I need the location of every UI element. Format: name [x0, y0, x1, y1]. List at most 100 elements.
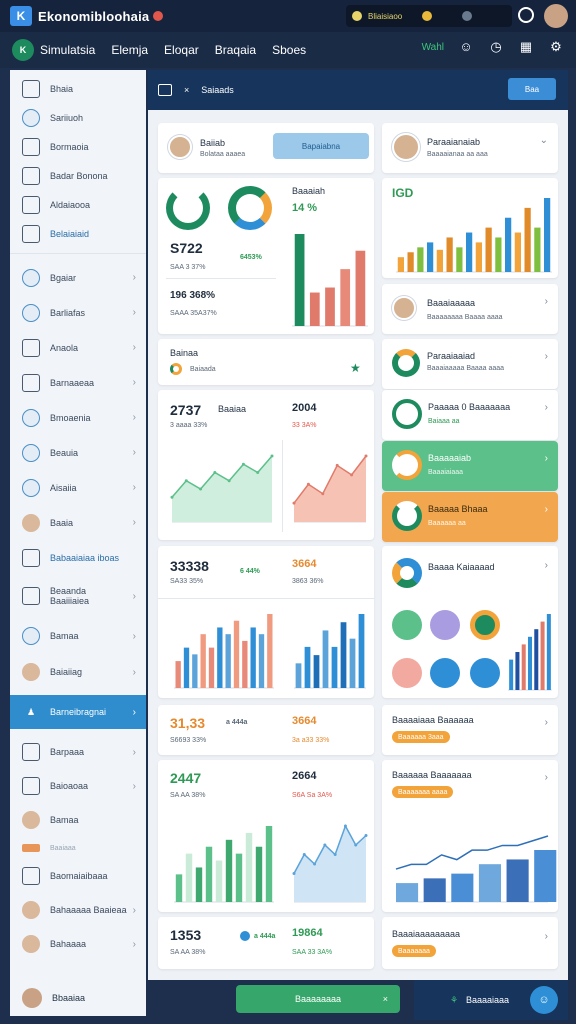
drop-icon[interactable] — [392, 658, 422, 688]
sidebar-item-9[interactable]: Barnaaeaa › — [10, 365, 146, 400]
chart-bar — [313, 655, 320, 688]
sidebar-item-label: Beauia — [50, 447, 79, 458]
bar-chart — [174, 614, 274, 689]
sidebar-item-5[interactable]: Belaiaiaid — [10, 219, 146, 248]
close-icon[interactable]: × — [383, 994, 388, 1004]
nav-item-braqaia[interactable]: Braqaia — [215, 43, 256, 57]
chart-point — [335, 463, 339, 467]
nav-item-eloqar[interactable]: Eloqar — [164, 43, 199, 57]
list-card[interactable]: Paraaiaaiad Baaaiaaaaa Baaaa aaaa › — [382, 339, 558, 389]
history-icon[interactable]: ◷ — [488, 39, 504, 55]
sidebar-item-19[interactable]: Barpaaa › — [10, 735, 146, 769]
sidebar-item-18[interactable]: ♟ Barneibragnai › — [10, 695, 146, 729]
sun-icon[interactable] — [422, 11, 433, 21]
sidebar-item-2[interactable]: Bormaoia — [10, 132, 146, 161]
sidebar-item-10[interactable]: Bmoaenia › — [10, 400, 146, 435]
chart-bar — [534, 850, 557, 902]
leaf-icon[interactable] — [392, 610, 422, 640]
pie-icon — [392, 558, 422, 588]
nav-item-elemja[interactable]: Elemja — [111, 43, 148, 57]
sidebar-item-15[interactable]: Beaanda Baaiiiaiea › — [10, 575, 146, 617]
sidebar-item-0[interactable]: Bhaia — [10, 74, 146, 103]
fab-button[interactable]: ☺ — [530, 986, 558, 1014]
stats-card: 1353 SA AA 38% a 444a 19864 SAA 33 3A% — [158, 917, 374, 969]
kpi-sub: SAA 3 37% — [170, 264, 206, 271]
chart-pie-icon[interactable] — [470, 610, 500, 640]
chart-bar — [233, 620, 240, 688]
user-icon[interactable] — [430, 658, 460, 688]
sidebar-item-label: Barliafas — [50, 307, 86, 318]
chart-bar — [505, 217, 512, 272]
list-card[interactable]: Baaaaiaaa Baaaaaa Baaaaaa 3aaa › — [382, 705, 558, 755]
chart-bar — [456, 247, 463, 272]
home-icon — [22, 443, 40, 462]
sidebar-item-24[interactable]: Bahaaaaa Baaieaa › — [10, 893, 146, 927]
sidebar-item-13[interactable]: Baaia › — [10, 505, 146, 540]
sidebar-item-label: Badar Bonona — [50, 170, 108, 181]
moon-icon[interactable] — [430, 610, 460, 640]
status-icon — [170, 363, 182, 375]
chart-point — [199, 487, 203, 491]
chevron-right-icon: › — [544, 296, 548, 307]
sidebar-item-3[interactable]: Badar Bonona — [10, 161, 146, 190]
pen-icon — [22, 137, 40, 156]
stat-sub: SA33 35% — [170, 578, 204, 585]
cloud-icon[interactable] — [470, 658, 500, 688]
close-icon[interactable]: × — [184, 85, 189, 95]
help-icon[interactable] — [518, 7, 534, 23]
list-card[interactable]: Paaaaa 0 Baaaaaaa Baiaaa aa › — [382, 390, 558, 440]
status-pill[interactable]: Bliaisiaoo — [346, 5, 512, 27]
nav-right-label[interactable]: Wahl — [422, 42, 444, 53]
window-icon[interactable] — [158, 84, 172, 96]
profile-button[interactable]: Bapaiabna — [273, 133, 369, 159]
status-badge: Baaaaaaa aaaa — [392, 786, 454, 798]
chart-bar — [185, 853, 193, 902]
kpi-value2: 196 368% — [170, 290, 216, 301]
star-icon[interactable]: ★ — [350, 361, 361, 375]
chart-bar — [534, 629, 539, 690]
chevron-right-icon: › — [132, 412, 136, 423]
nav-item-sboes[interactable]: Sboes — [272, 43, 306, 57]
profile-card-right: Paraaianaiab Baaaaianaa aa aaa ⌄ — [382, 123, 558, 173]
sidebar-item-22[interactable]: Baaiaaa — [10, 837, 146, 859]
chart-bar — [358, 614, 365, 688]
chart-bar — [485, 227, 492, 272]
chart-bar — [267, 614, 273, 688]
sidebar-item-6[interactable]: Bgaiar › — [10, 260, 146, 295]
sidebar-item-16[interactable]: Bamaa › — [10, 617, 146, 655]
sidebar-item-25[interactable]: Bahaaaa › — [10, 927, 146, 961]
sidebar-item-23[interactable]: Baomaiaibaaa — [10, 859, 146, 893]
donut-chart-icon — [228, 186, 272, 230]
sidebar-item-label: Barneibragnai — [50, 707, 107, 717]
sidebar-item-14[interactable]: Babaaiaiaa iboas — [10, 540, 146, 575]
settings-icon[interactable] — [462, 11, 473, 21]
sidebar-footer[interactable]: Bbaaiaa — [10, 980, 146, 1016]
sidebar-item-11[interactable]: Beauia › — [10, 435, 146, 470]
list-title: Baaaaa Bhaaa — [428, 504, 488, 514]
sidebar-item-7[interactable]: Barliafas › — [10, 295, 146, 330]
sidebar-item-4[interactable]: Aldaiaooa — [10, 190, 146, 219]
chevron-right-icon: › — [132, 746, 136, 758]
list-card-highlight-green[interactable]: Baaaaaiab Baaaiaiaaa › — [382, 441, 558, 491]
list-card[interactable]: Baaaiaaaaa Baaaaaaaa Baaaa aaaa › — [382, 284, 558, 334]
sidebar-item-label: Bhaia — [50, 83, 74, 94]
grid-icon[interactable]: ▦ — [518, 39, 534, 55]
badge-icon — [392, 399, 422, 429]
gear-icon[interactable]: ⚙ — [548, 39, 564, 55]
list-card[interactable]: Baaaiaaaaaaaaa Baaaaaaa › — [382, 917, 558, 969]
sidebar-item-21[interactable]: Bamaa — [10, 803, 146, 837]
user-icon[interactable]: ☺ — [458, 39, 474, 55]
sidebar-item-8[interactable]: Anaola › — [10, 330, 146, 365]
chevron-down-icon[interactable]: ⌄ — [540, 135, 548, 146]
list-card-highlight-orange[interactable]: Baaaaa Bhaaa Baaaaaa aa › — [382, 492, 558, 542]
header-button[interactable]: Baa — [508, 78, 556, 100]
notification-dot-icon[interactable] — [153, 11, 164, 21]
sidebar-item-20[interactable]: Baioaoaa › — [10, 769, 146, 803]
sidebar-item-12[interactable]: Aisaiia › — [10, 470, 146, 505]
chart-bar — [478, 864, 502, 902]
user-avatar[interactable] — [544, 4, 568, 28]
sidebar-item-1[interactable]: Sariiuoh — [10, 103, 146, 132]
sidebar-item-17[interactable]: Baiaiiag › — [10, 655, 146, 689]
footer-primary-button[interactable]: Baaaaaaaa × — [236, 985, 400, 1013]
nav-item-simulatsia[interactable]: Simulatsia — [40, 43, 95, 57]
